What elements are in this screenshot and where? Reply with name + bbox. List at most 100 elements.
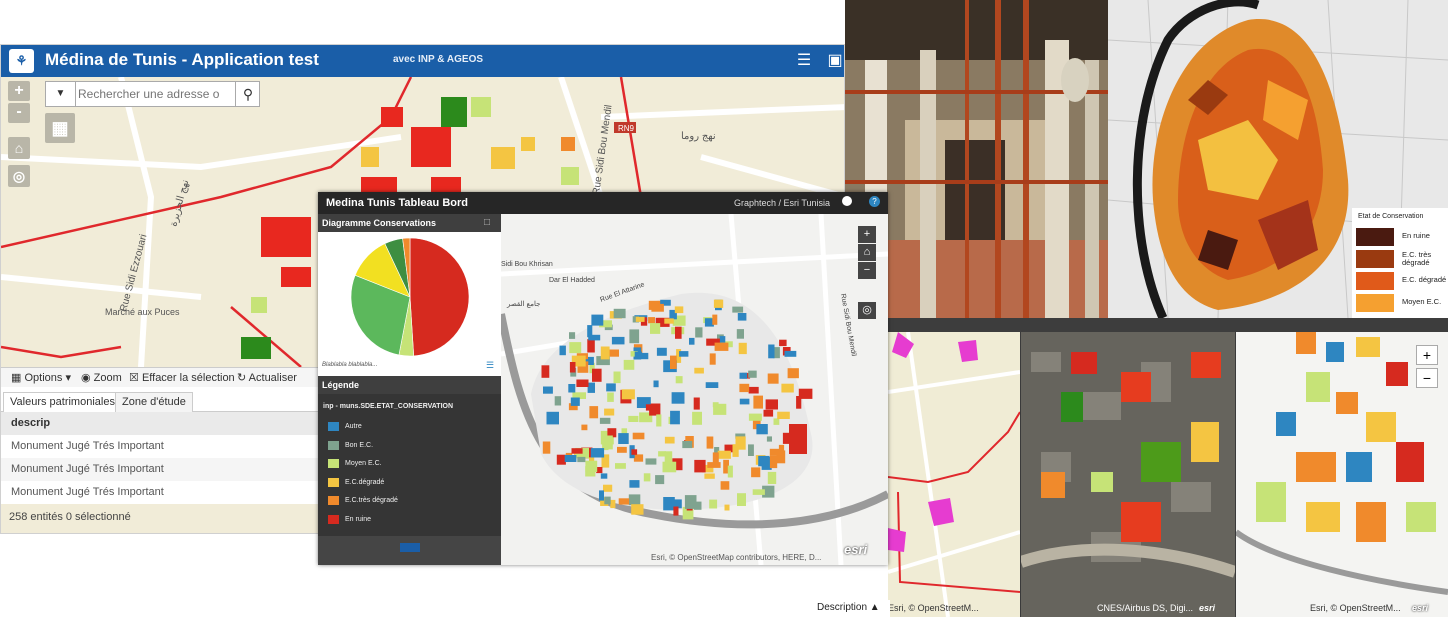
- selection-status: 258 entités 0 sélectionné: [9, 511, 131, 523]
- thematic-map-panel[interactable]: + − Esri, © OpenStreetM... esri: [1236, 332, 1448, 617]
- home-icon[interactable]: ⌂: [8, 137, 30, 159]
- building-block: [611, 336, 625, 345]
- building-block: [650, 323, 661, 334]
- zoom-label: Zoom: [93, 372, 122, 384]
- building-block: [682, 441, 693, 449]
- building-block: [694, 459, 706, 473]
- clear-selection-button[interactable]: ☒ Effacer la sélection: [129, 371, 235, 384]
- list-icon[interactable]: ☰: [793, 51, 815, 71]
- layers-icon[interactable]: ▣: [824, 51, 844, 71]
- building-block: [670, 410, 680, 425]
- building-block: [717, 450, 731, 459]
- side-panel-footer: [318, 536, 501, 565]
- building-block: [617, 446, 627, 453]
- tab-zone-etude[interactable]: Zone d'étude: [115, 392, 193, 412]
- building-block: [543, 386, 553, 394]
- building-block: [704, 473, 715, 479]
- refresh-icon: ↻: [237, 372, 247, 384]
- expand-icon[interactable]: □: [484, 217, 490, 228]
- building-block: [653, 380, 659, 388]
- zoom-out-button[interactable]: −: [858, 262, 876, 279]
- page-indicator[interactable]: [400, 543, 420, 552]
- building-block: [684, 495, 697, 509]
- clear-icon: ☒: [129, 372, 139, 384]
- building-block: [570, 397, 580, 406]
- building-block: [719, 336, 726, 343]
- comparison-maps: Esri, © OpenStreetM... CNES/Airbus DS, D…: [888, 318, 1448, 617]
- satellite-map-canvas: [1021, 332, 1235, 617]
- building-block: [569, 362, 576, 373]
- building-block: [779, 339, 787, 347]
- building-block: [629, 329, 640, 344]
- building-block: [705, 382, 719, 388]
- conservation-legend-item: En ruine: [1356, 228, 1448, 248]
- locate-icon[interactable]: ◎: [858, 302, 876, 319]
- building-block: [564, 455, 577, 462]
- options-menu[interactable]: ▦ Options ▾: [11, 371, 71, 384]
- building-block: [603, 484, 613, 492]
- poi-label: Marché aux Puces: [105, 307, 180, 317]
- description-toggle[interactable]: Description ▲: [815, 600, 890, 617]
- search-input[interactable]: [78, 84, 233, 104]
- building-block: [712, 314, 718, 325]
- refresh-button[interactable]: ↻ Actualiser: [237, 371, 297, 384]
- chart-panel-title: Diagramme Conservations: [322, 218, 437, 228]
- search-source-dropdown[interactable]: ▼: [46, 82, 76, 106]
- building-block: [707, 462, 721, 468]
- building-block: [664, 318, 674, 324]
- building-block: [675, 376, 683, 384]
- legend-swatch: [1356, 294, 1394, 312]
- building-block: [615, 463, 626, 469]
- building-block: [671, 392, 685, 404]
- locate-icon[interactable]: ◎: [8, 165, 30, 187]
- building-block: [610, 499, 616, 509]
- toggle-icon[interactable]: [842, 196, 852, 206]
- satellite-map-panel[interactable]: CNES/Airbus DS, Digi... esri: [1021, 332, 1235, 617]
- search-icon[interactable]: ⚲: [235, 82, 260, 106]
- building-block: [752, 489, 765, 495]
- zoom-out-button[interactable]: −: [1416, 368, 1438, 388]
- building-block: [546, 411, 559, 425]
- legend-label: Autre: [345, 423, 362, 430]
- building-block: [712, 402, 719, 408]
- zoom-in-button[interactable]: +: [8, 81, 30, 101]
- pie-chart: [350, 237, 470, 357]
- building-block: [777, 411, 790, 419]
- building-block: [599, 417, 611, 424]
- pie-slice-en-ruine[interactable]: [409, 237, 470, 357]
- zoom-button[interactable]: ◉ Zoom: [81, 371, 122, 384]
- building-block: [587, 382, 595, 393]
- building-block: [738, 342, 747, 355]
- building-block: [664, 436, 675, 444]
- list-icon[interactable]: ☰: [486, 360, 494, 371]
- building-block: [600, 473, 608, 479]
- building-block: [778, 444, 785, 455]
- building-block: [748, 386, 759, 394]
- tab-valeurs-patrimoniales[interactable]: Valeurs patrimoniales: [3, 392, 122, 412]
- zoom-in-button[interactable]: +: [858, 226, 876, 243]
- building-block: [569, 332, 576, 339]
- map-label: جامع القصر: [506, 300, 540, 308]
- satellite-attribution: CNES/Airbus DS, Digi...: [1097, 603, 1194, 613]
- building-block: [576, 379, 589, 387]
- zoom-out-button[interactable]: -: [8, 103, 30, 123]
- building-block: [631, 504, 644, 515]
- building-block: [585, 460, 598, 472]
- dashboard-map[interactable]: Sidi Bou Khrisan Dar El Hadded Rue El At…: [501, 214, 888, 565]
- zoom-in-button[interactable]: +: [1416, 345, 1438, 365]
- building-block: [739, 372, 748, 379]
- basemap-gallery-icon[interactable]: ▦: [45, 113, 75, 143]
- osm-map-panel[interactable]: Esri, © OpenStreetM...: [888, 332, 1020, 617]
- building-block: [789, 424, 807, 454]
- building-block: [541, 365, 550, 378]
- building-block: [613, 371, 621, 384]
- building-block: [559, 345, 566, 356]
- building-block: [748, 413, 762, 421]
- map-attribution: Esri, © OpenStreetMap contributors, HERE…: [651, 553, 822, 562]
- dashboard-credit: Graphtech / Esri Tunisia: [734, 198, 831, 208]
- legend-label: Bon E.C.: [345, 441, 374, 449]
- help-icon[interactable]: ?: [869, 196, 880, 207]
- options-label: Options: [24, 372, 63, 384]
- home-icon[interactable]: ⌂: [858, 244, 876, 261]
- building-block: [618, 498, 630, 505]
